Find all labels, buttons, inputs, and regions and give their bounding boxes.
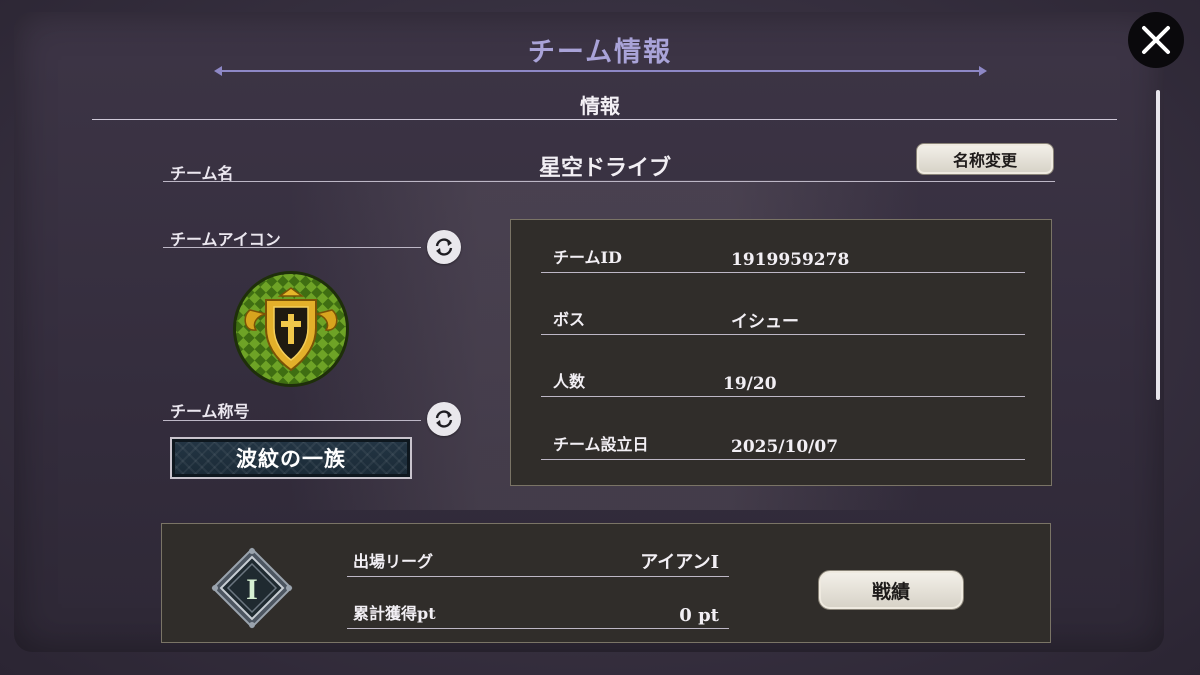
league-rank-text: I [246,573,258,606]
team-icon-underline [163,247,421,248]
league-points-label: 累計獲得pt [353,604,436,623]
info-value: イシュー [731,312,799,332]
close-icon [1142,26,1170,54]
dialog-title: チーム情報 [527,37,673,68]
info-label: チームID [553,248,622,267]
league-points-value: 0 pt [679,605,719,626]
info-value: 1919959278 [731,250,850,270]
info-label: ボス [553,310,586,329]
league-entry-label: 出場リーグ [353,552,434,571]
refresh-icon [435,238,453,256]
scrollbar[interactable] [1156,90,1160,400]
close-button[interactable] [1128,12,1184,68]
info-row-members: 人数 19/20 [541,362,1025,397]
league-entry-value: アイアンⅠ [640,552,719,573]
info-value: 2025/10/07 [731,437,839,457]
team-name-underline [163,181,1055,182]
team-name: 星空ドライブ [538,155,671,181]
league-entry-row: 出場リーグ アイアンⅠ [347,542,729,577]
info-row-boss: ボス イシュー [541,300,1025,335]
record-button[interactable]: 戦績 [818,570,964,610]
section-title: 情報 [580,94,620,118]
team-title-label: チーム称号 [170,402,250,421]
refresh-icon [435,410,453,428]
change-title-button[interactable] [427,402,461,436]
team-title-badge: 波紋の一族 [170,437,412,479]
title-divider [214,66,987,76]
info-label: 人数 [553,372,586,391]
team-emblem-icon [233,271,349,387]
team-info-panel: チームID 1919959278 ボス イシュー 人数 19/20 チーム設立日… [510,219,1052,486]
info-label: チーム設立日 [553,435,649,454]
info-value: 19/20 [723,374,777,394]
info-row-team-id: チームID 1919959278 [541,238,1025,273]
section-divider [92,119,1117,120]
rename-button[interactable]: 名称変更 [916,143,1054,175]
team-title-underline [163,420,421,421]
change-icon-button[interactable] [427,230,461,264]
info-row-founded: チーム設立日 2025/10/07 [541,425,1025,460]
league-points-row: 累計獲得pt 0 pt [347,594,729,629]
league-rank-badge-icon: I [211,547,293,629]
